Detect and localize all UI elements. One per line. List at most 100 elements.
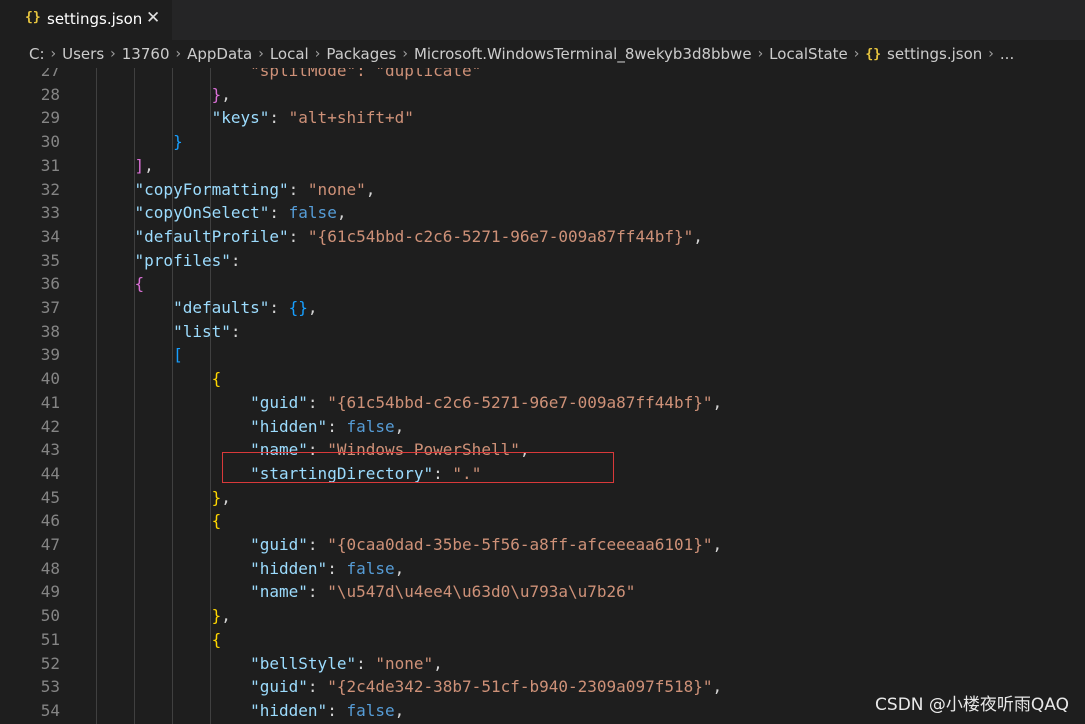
code-token: :	[327, 558, 347, 578]
code-token: {	[211, 511, 222, 531]
close-icon[interactable]: ✕	[146, 8, 160, 28]
line-code: },	[96, 486, 231, 510]
breadcrumb-item[interactable]: Packages	[326, 45, 396, 63]
breadcrumb-item[interactable]: C:	[29, 45, 45, 63]
code-token: ,	[221, 487, 231, 507]
chevron-right-icon: ›	[110, 46, 116, 62]
line-number: 52	[40, 653, 60, 673]
breadcrumb-item[interactable]: settings.json	[887, 45, 982, 63]
breadcrumb-item[interactable]: LocalState	[769, 45, 848, 63]
breadcrumb-item[interactable]: Microsoft.WindowsTerminal_8wekyb3d8bbwe	[414, 45, 752, 63]
code-token: "guid"	[250, 677, 308, 697]
line-code: "defaults": {},	[96, 296, 318, 320]
code-token: "keys"	[211, 108, 270, 128]
line-number: 31	[40, 155, 60, 175]
code-token: "{0caa0dad-35be-5f56-a8ff-afceeeaa6101}"	[327, 535, 713, 554]
code-line: 42 "hidden": false,	[0, 415, 1085, 439]
code-line: 37 "defaults": {},	[0, 296, 1085, 320]
code-token: :	[307, 582, 328, 602]
code-token: ,	[336, 203, 347, 223]
code-token: "copyFormatting"	[134, 179, 289, 199]
code-token: "guid"	[250, 392, 308, 412]
code-editor[interactable]: 27 "splitMode": "duplicate" 28 }, 29 "keys…	[0, 68, 1085, 724]
line-code: "hidden": false,	[96, 557, 404, 581]
code-token: "{61c54bbd-c2c6-5271-96e7-009a87ff44bf}"	[327, 392, 713, 412]
code-token: :	[269, 298, 289, 317]
code-token: "splitMode": "duplicate"	[96, 68, 482, 80]
chevron-right-icon: ›	[314, 46, 321, 62]
code-token: "{2c4de342-38b7-51cf-b940-2309a097f518}"	[327, 677, 713, 697]
code-token: "hidden"	[250, 416, 328, 436]
code-line: 45 },	[0, 486, 1085, 510]
code-line: 32 "copyFormatting": "none",	[0, 178, 1085, 202]
line-code: [	[96, 343, 183, 367]
code-token: ]	[134, 155, 145, 175]
tab-bar: {} settings.json ✕	[0, 0, 1085, 40]
code-token: :	[356, 653, 376, 673]
breadcrumb-item[interactable]: Users	[62, 45, 104, 63]
line-code: },	[96, 604, 231, 628]
code-token: "\u547d\u4ee4\u63d0\u793a\u7b26"	[327, 582, 636, 602]
tab-settings-json[interactable]: {} settings.json ✕	[0, 0, 172, 40]
code-line: 41 "guid": "{61c54bbd-c2c6-5271-96e7-009…	[0, 391, 1085, 415]
code-token: "list"	[173, 321, 231, 341]
code-token: ,	[365, 179, 376, 199]
watermark: CSDN @小楼夜听雨QAQ	[875, 695, 1069, 715]
code-line: 27 "splitMode": "duplicate"	[0, 68, 1085, 83]
code-token: ,	[221, 606, 231, 626]
code-line: 28 },	[0, 83, 1085, 107]
line-number: 39	[40, 345, 60, 365]
line-number: 49	[40, 582, 60, 602]
code-token: :	[307, 677, 328, 697]
chevron-right-icon: ›	[402, 46, 408, 62]
code-token: "none"	[375, 653, 434, 673]
line-number: 54	[40, 700, 60, 720]
line-number: 43	[40, 440, 60, 460]
breadcrumb-item[interactable]: ...	[1000, 45, 1014, 63]
code-line: 39 [	[0, 343, 1085, 367]
chevron-right-icon: ›	[988, 46, 994, 62]
breadcrumb-item[interactable]: Local	[270, 45, 309, 63]
chevron-right-icon: ›	[757, 46, 764, 62]
code-line: 35 "profiles":	[0, 249, 1085, 273]
breadcrumb-item[interactable]: AppData	[187, 45, 252, 63]
line-number: 28	[40, 84, 60, 104]
code-line: 29 "keys": "alt+shift+d"	[0, 106, 1085, 130]
code-token: false	[346, 700, 395, 720]
chevron-right-icon: ›	[853, 46, 860, 62]
code-line: 31 ],	[0, 154, 1085, 178]
code-line: 30 }	[0, 130, 1085, 154]
chevron-right-icon: ›	[175, 46, 182, 62]
line-number: 46	[40, 511, 60, 531]
code-token: ,	[693, 226, 703, 246]
code-line: 33 "copyOnSelect": false,	[0, 201, 1085, 225]
code-token: :	[269, 203, 289, 223]
breadcrumb: C: › Users › 13760 › AppData › Local › Packages › Mi…	[0, 40, 1085, 68]
line-code: {	[96, 272, 145, 296]
line-number: 29	[40, 108, 60, 128]
code-token: :	[288, 226, 308, 246]
line-code: {	[96, 509, 222, 533]
code-line: 36 {	[0, 272, 1085, 296]
code-token: "alt+shift+d"	[288, 108, 414, 128]
line-code: "guid": "{2c4de342-38b7-51cf-b940-2309a0…	[96, 675, 722, 699]
line-code: "splitMode": "duplicate"	[96, 68, 481, 83]
code-token: :	[327, 416, 347, 436]
breadcrumb-item[interactable]: 13760	[122, 45, 170, 63]
code-token: ,	[307, 298, 318, 317]
line-code: ],	[96, 154, 154, 178]
line-number: 38	[40, 321, 60, 341]
